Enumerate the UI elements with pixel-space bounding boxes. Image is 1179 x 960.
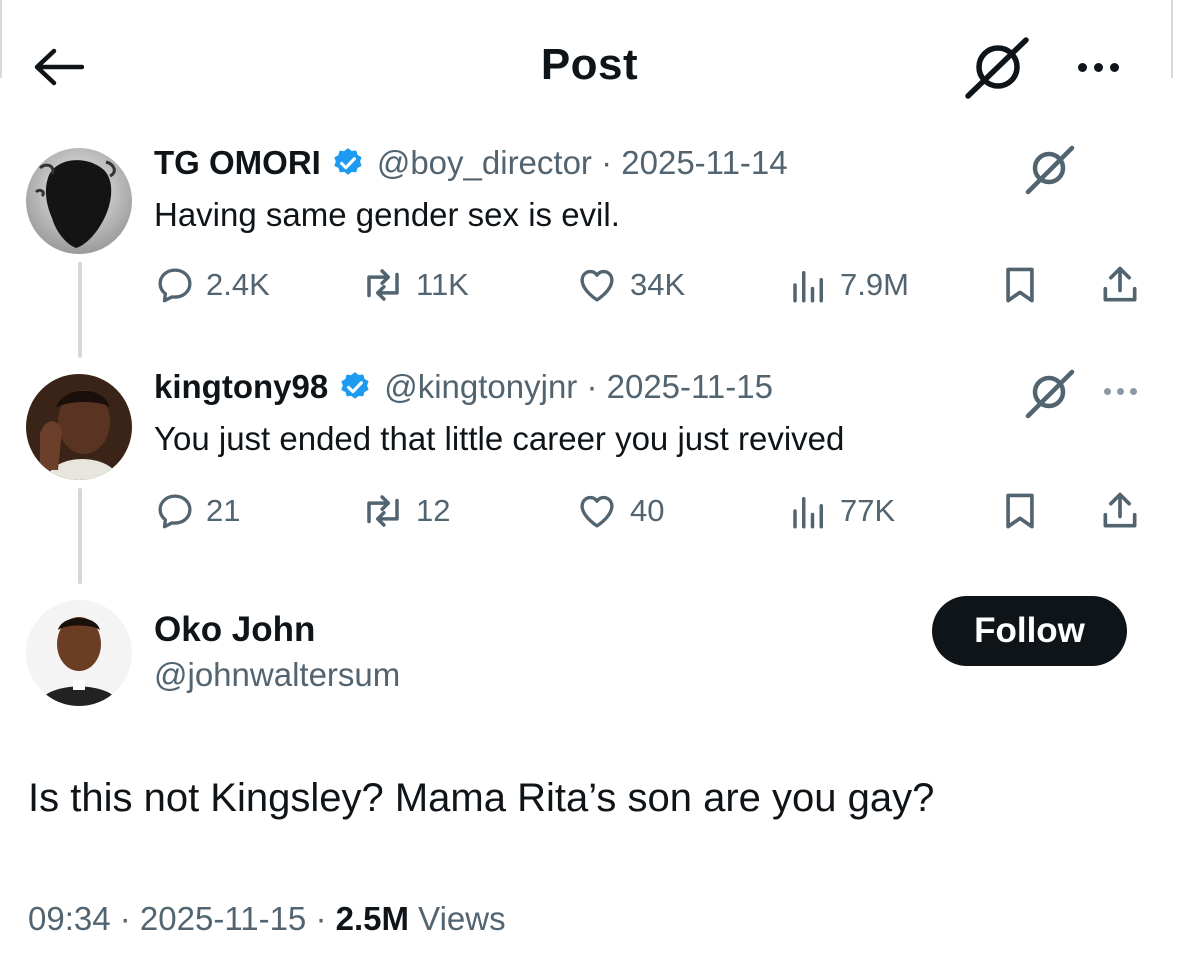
views-button[interactable]: 7.9M [788, 260, 909, 310]
avatar-oko-john[interactable] [26, 600, 132, 706]
author-handle[interactable]: @johnwaltersum [154, 656, 400, 694]
like-icon [580, 495, 614, 528]
bookmark-icon [1006, 267, 1034, 303]
post-date: 2025-11-15 [139, 900, 307, 937]
avatar-tg-omori[interactable] [26, 148, 132, 254]
like-count: 40 [630, 493, 665, 528]
repost-icon [367, 495, 399, 527]
reply-count: 21 [206, 493, 241, 528]
views-button[interactable]: 77K [788, 486, 895, 536]
grok-icon[interactable] [1020, 142, 1076, 198]
author-name[interactable]: Oko John [154, 610, 315, 650]
grok-button[interactable] [962, 36, 1032, 100]
views-count: 7.9M [840, 267, 909, 302]
views-icon [793, 271, 823, 303]
views-count: 77K [840, 493, 896, 528]
post-date[interactable]: 2025-11-14 [621, 144, 787, 182]
grok-icon[interactable] [1020, 366, 1076, 422]
main-post-text: Is this not Kingsley? Mama Rita’s son ar… [28, 776, 935, 820]
post-time: 09:34 [28, 900, 111, 937]
repost-button[interactable]: 12 [360, 486, 450, 536]
post-header: kingtony98 @kingtonyjnr · 2025-11-15 [154, 368, 773, 406]
post-header: TG OMORI @boy_director · 2025-11-14 [154, 144, 788, 182]
post-text: Having same gender sex is evil. [154, 196, 620, 233]
post-date[interactable]: 2025-11-15 [607, 368, 773, 406]
share-button[interactable] [1098, 260, 1142, 310]
follow-button[interactable]: Follow [932, 596, 1127, 666]
more-options-button[interactable] [1066, 52, 1130, 82]
post-actions: 21 12 40 77K [154, 486, 1154, 536]
bookmark-icon [1006, 493, 1034, 529]
bookmark-button[interactable] [998, 260, 1042, 310]
thread-connector [78, 262, 82, 358]
author-handle[interactable]: @boy_director [377, 144, 592, 182]
reply-button[interactable]: 21 [154, 486, 240, 536]
more-options-button[interactable] [1104, 388, 1137, 395]
like-button[interactable]: 40 [574, 486, 664, 536]
post-text: You just ended that little career you ju… [154, 420, 845, 457]
like-button[interactable]: 34K [574, 260, 685, 310]
reply-button[interactable]: 2.4K [154, 260, 270, 310]
reply-count: 2.4K [206, 267, 270, 302]
author-handle[interactable]: @kingtonyjnr [384, 368, 577, 406]
like-count: 34K [630, 267, 686, 302]
share-button[interactable] [1098, 486, 1142, 536]
repost-button[interactable]: 11K [360, 260, 469, 310]
author-name[interactable]: TG OMORI [154, 144, 321, 182]
views-label: Views [418, 900, 506, 937]
repost-count: 12 [416, 493, 451, 528]
share-icon [1103, 492, 1137, 528]
post-actions: 2.4K 11K 34K 7.9M [154, 260, 1154, 310]
author-name[interactable]: kingtony98 [154, 368, 328, 406]
like-icon [580, 269, 614, 302]
verified-badge-icon [334, 148, 362, 175]
more-icon [1077, 62, 1087, 72]
reply-icon [158, 494, 192, 529]
top-bar: Post [0, 0, 1179, 130]
thread-connector [78, 488, 82, 584]
bookmark-button[interactable] [998, 486, 1042, 536]
reply-icon [158, 268, 192, 303]
post-metadata: 09:34 · 2025-11-15 · 2.5M Views [28, 900, 506, 937]
repost-count: 11K [416, 267, 469, 302]
views-count[interactable]: 2.5M [336, 900, 409, 937]
grok-icon [965, 37, 1029, 99]
repost-icon [367, 269, 399, 301]
share-icon [1103, 266, 1137, 302]
more-icon [1104, 388, 1111, 395]
views-icon [793, 497, 823, 529]
avatar-kingtony98[interactable] [26, 374, 132, 480]
verified-badge-icon [341, 372, 369, 399]
